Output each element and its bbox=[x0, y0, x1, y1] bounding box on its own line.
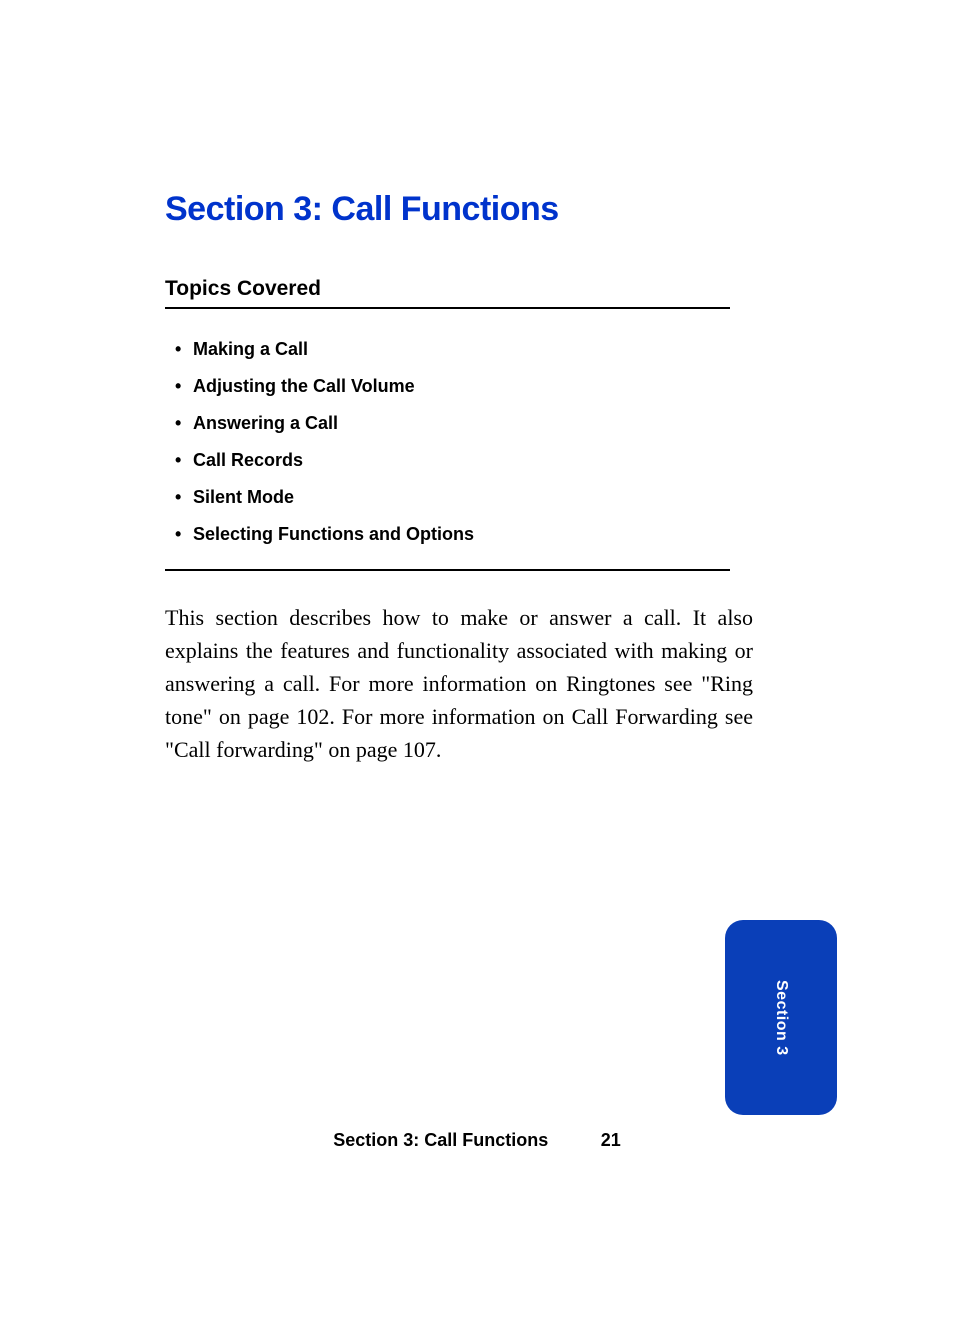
footer-section-label: Section 3: Call Functions bbox=[333, 1130, 548, 1150]
topic-item: Call Records bbox=[165, 450, 730, 471]
topic-item: Answering a Call bbox=[165, 413, 730, 434]
section-tab-label: Section 3 bbox=[772, 980, 790, 1056]
section-title: Section 3: Call Functions bbox=[165, 190, 834, 229]
topics-covered-heading: Topics Covered bbox=[165, 277, 730, 309]
topic-item: Making a Call bbox=[165, 339, 730, 360]
section-tab: Section 3 bbox=[725, 920, 837, 1115]
section-description: This section describes how to make or an… bbox=[165, 601, 753, 766]
page-footer: Section 3: Call Functions 21 bbox=[0, 1130, 954, 1151]
topic-item: Silent Mode bbox=[165, 487, 730, 508]
topic-item: Selecting Functions and Options bbox=[165, 524, 730, 545]
page-number: 21 bbox=[601, 1130, 621, 1151]
divider bbox=[165, 569, 730, 571]
topics-list: Making a Call Adjusting the Call Volume … bbox=[165, 339, 730, 545]
topic-item: Adjusting the Call Volume bbox=[165, 376, 730, 397]
